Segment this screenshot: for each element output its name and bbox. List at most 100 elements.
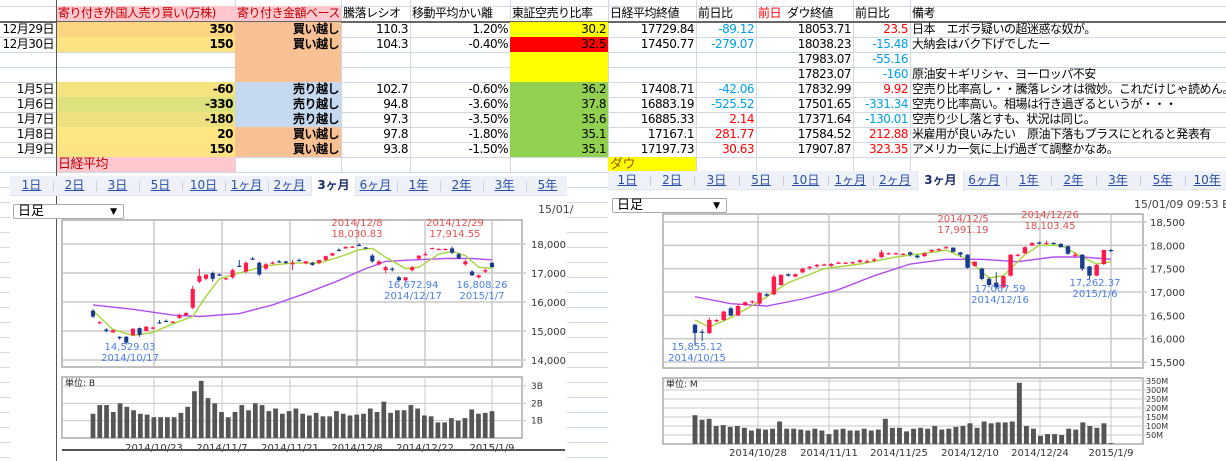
date-tick-label: 2014/12/10	[941, 448, 999, 459]
tab-10日[interactable]: 10日	[783, 171, 828, 189]
candle-body	[958, 252, 963, 255]
volume-bar	[713, 426, 719, 444]
candle-body	[263, 264, 268, 269]
price-tick-label: 16,500	[1150, 311, 1185, 322]
volume-bar	[798, 429, 804, 444]
tab-10日[interactable]: 10日	[182, 176, 225, 195]
tab-2日[interactable]: 2日	[53, 176, 96, 195]
candle-body	[742, 302, 748, 306]
candle-body	[117, 336, 122, 339]
volume-bar	[313, 412, 319, 438]
tab-5年[interactable]: 5年	[1140, 171, 1185, 189]
date-tick-label: 2014/10/23	[125, 443, 183, 454]
candle-body	[483, 270, 488, 272]
tab-2年[interactable]: 2年	[1051, 171, 1096, 189]
frozen-pane-divider[interactable]	[56, 0, 57, 461]
tab-1日[interactable]: 1日	[605, 171, 650, 189]
volume-bar	[953, 426, 959, 444]
volume-bar	[748, 430, 754, 444]
candle-body	[735, 306, 741, 316]
candle-body	[979, 268, 985, 279]
tab-3日[interactable]: 3日	[96, 176, 139, 195]
candle-body	[1087, 266, 1092, 276]
volume-bar	[946, 428, 952, 444]
tab-1日[interactable]: 1日	[10, 176, 53, 195]
dow-period-select[interactable]: 日足 ▼	[612, 198, 727, 213]
candle-body	[707, 320, 712, 334]
candle-body	[1108, 250, 1114, 252]
tab-3年[interactable]: 3年	[483, 176, 526, 195]
volume-bar	[462, 418, 468, 438]
candle-body	[283, 261, 288, 263]
tab-3日[interactable]: 3日	[694, 171, 739, 189]
volume-bar	[334, 411, 339, 438]
volume-bar	[381, 401, 387, 438]
tab-2年[interactable]: 2年	[440, 176, 483, 195]
volume-bar	[770, 428, 776, 444]
volume-bar	[882, 418, 888, 444]
nikkei-range-tabs: 1日 2日 3日 5日 10日 1ヶ月 2ヶ月 3ヶ月 6ヶ月 1年 2年 3年 5年	[10, 176, 567, 196]
chevron-down-icon: ▼	[110, 207, 117, 217]
candle-body	[786, 274, 791, 276]
candle-body	[270, 262, 275, 264]
volume-bar	[960, 426, 966, 444]
tab-5日[interactable]: 5日	[739, 171, 784, 189]
volume-bar	[151, 417, 157, 438]
tab-5年[interactable]: 5年	[526, 176, 569, 195]
tab-3ヶ月[interactable]: 3ヶ月	[917, 171, 964, 191]
candle-body	[90, 310, 96, 317]
tab-6ヶ月[interactable]: 6ヶ月	[962, 171, 1007, 189]
tab-1ヶ月[interactable]: 1ヶ月	[828, 171, 873, 189]
tab-separator	[828, 176, 829, 186]
tab-1ヶ月[interactable]: 1ヶ月	[225, 176, 268, 195]
tab-6ヶ月[interactable]: 6ヶ月	[354, 176, 397, 195]
candle-body	[330, 253, 335, 256]
volume-bar	[734, 426, 740, 444]
volume-bar	[449, 418, 454, 438]
candle-body	[1029, 243, 1035, 246]
volume-bar	[97, 405, 103, 438]
volume-bar	[1038, 435, 1043, 444]
volume-bar	[875, 429, 881, 444]
date-tick-label: 2014/11/25	[870, 448, 928, 459]
chevron-down-icon: ▼	[713, 201, 720, 211]
tab-2日[interactable]: 2日	[650, 171, 695, 189]
candle-body	[800, 268, 805, 273]
tab-1年[interactable]: 1年	[397, 176, 440, 195]
candle-body	[137, 328, 142, 335]
volume-bar	[861, 428, 867, 444]
tab-separator	[397, 181, 398, 191]
candle-body	[350, 246, 355, 248]
candle-body	[1022, 247, 1028, 254]
volume-unit-label: 単位: M	[666, 378, 698, 390]
candle-body	[370, 255, 375, 262]
candle-body	[1072, 254, 1078, 256]
tab-3年[interactable]: 3年	[1096, 171, 1141, 189]
volume-bar	[981, 421, 987, 444]
volume-bar	[340, 413, 346, 438]
tab-2ヶ月[interactable]: 2ヶ月	[268, 176, 311, 195]
high-annotation-date: 2014/12/26	[1021, 210, 1079, 221]
volume-bar	[1023, 426, 1029, 444]
volume-bar	[904, 431, 909, 444]
volume-unit-label: 単位: B	[65, 377, 95, 389]
high-annotation-date: 2014/12/5	[937, 214, 988, 225]
period-select-value: 日足	[18, 204, 45, 219]
tab-2ヶ月[interactable]: 2ヶ月	[873, 171, 918, 189]
candle-body	[793, 274, 798, 277]
tab-3ヶ月[interactable]: 3ヶ月	[311, 176, 356, 196]
tab-5日[interactable]: 5日	[139, 176, 182, 195]
tab-1年[interactable]: 1年	[1006, 171, 1051, 189]
volume-bar	[1087, 426, 1093, 444]
candle-body	[110, 330, 116, 333]
nikkei-period-select[interactable]: 日足 ▼	[13, 204, 124, 219]
tab-10年[interactable]: 10年	[1185, 171, 1226, 189]
volume-tick-label: 350M	[1146, 377, 1168, 386]
candle-body	[456, 254, 461, 259]
candle-body	[915, 255, 920, 258]
low-annotation-value: 17,262.37	[1070, 278, 1121, 289]
candle-body	[714, 320, 719, 322]
volume-tick-label: 300M	[1146, 386, 1168, 395]
candle-body	[893, 253, 899, 255]
volume-bar	[889, 427, 895, 444]
